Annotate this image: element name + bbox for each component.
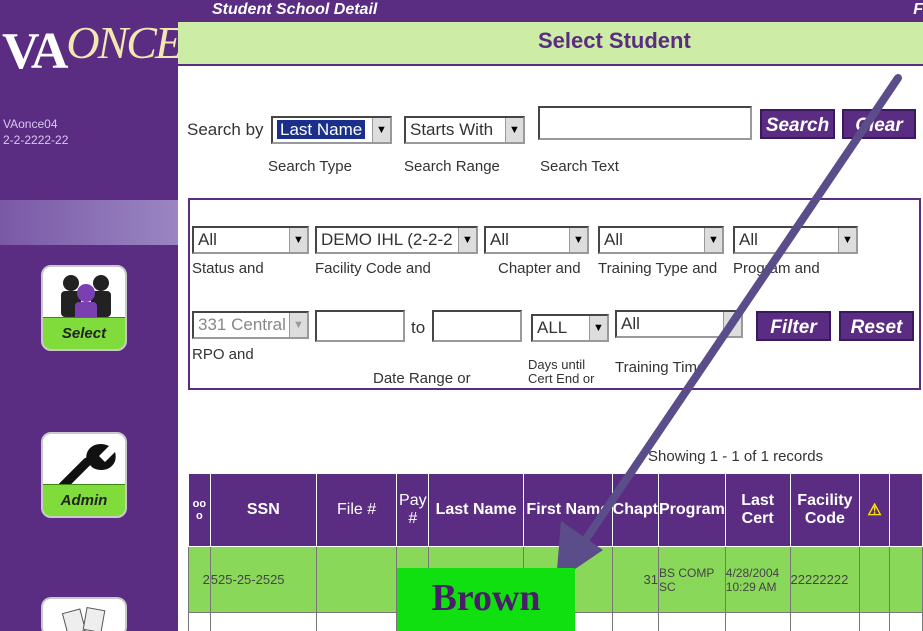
date-to-input[interactable] <box>432 310 522 342</box>
column-header-extra <box>888 473 923 547</box>
cell-extra <box>888 546 923 613</box>
program-caption: Program and <box>733 260 820 277</box>
cell-ssn[interactable]: 525-25-2525 <box>209 546 317 613</box>
user-name: VAonce04 <box>3 117 58 131</box>
search-type-caption: Search Type <box>268 158 352 175</box>
training-time-caption: Training Time <box>615 359 706 376</box>
cell-program: BS COMP SC <box>658 546 726 613</box>
date-to-label: to <box>411 318 426 337</box>
training-time-select[interactable]: All ▼ <box>615 310 743 338</box>
rpo-caption: RPO and <box>192 346 254 363</box>
chapter-select[interactable]: All ▼ <box>484 226 589 254</box>
warning-icon: ⚠ <box>859 473 890 547</box>
training-type-select[interactable]: All ▼ <box>598 226 724 254</box>
facility-select[interactable]: DEMO IHL (2-2-2 ▼ <box>315 226 478 254</box>
page-title: Student School Detail <box>212 1 378 18</box>
chevron-down-icon: ▼ <box>704 228 722 252</box>
section-title: Select Student <box>538 28 691 53</box>
search-range-select[interactable]: Starts With ▼ <box>404 116 525 144</box>
sidebar: VAONCE VAonce04 2-2-2222-22 Select Admin <box>0 0 183 631</box>
main-content: Search by Last Name ▼ Search Type Starts… <box>178 66 923 631</box>
chevron-down-icon: ▼ <box>372 118 390 142</box>
chevron-down-icon: ▼ <box>505 118 523 142</box>
days-until-select[interactable]: ALL ▼ <box>531 314 609 342</box>
records-count: Showing 1 - 1 of 1 records <box>648 448 824 465</box>
section-header: Select Student <box>178 22 923 66</box>
status-caption: Status and <box>192 260 264 277</box>
nav-admin-label: Admin <box>43 484 125 516</box>
date-from-input[interactable] <box>315 310 405 342</box>
user-id: 2-2-2222-22 <box>3 133 69 147</box>
column-header-chapt[interactable]: Chapt <box>611 473 660 547</box>
cell-last-cert: 4/28/2004 10:29 AM <box>724 546 791 613</box>
nav-select-label: Select <box>43 317 125 349</box>
nav-admin-button[interactable]: Admin <box>41 432 127 562</box>
chevron-down-icon: ▼ <box>569 228 587 252</box>
chevron-down-icon: ▼ <box>589 316 607 340</box>
title-right-text: F <box>913 1 923 18</box>
date-range-caption: Date Range or <box>373 370 471 387</box>
table-header-row: oo o SSN File # Pay # Last Name First Nam… <box>188 473 923 547</box>
chapter-caption: Chapter and <box>498 260 581 277</box>
column-header-pay[interactable]: Pay # <box>396 473 430 547</box>
reset-button[interactable]: Reset <box>839 311 914 341</box>
search-by-label: Search by <box>187 120 264 139</box>
search-button[interactable]: Search <box>760 109 835 139</box>
chevron-down-icon: ▼ <box>458 228 476 252</box>
cell-chapt: 31 <box>611 546 660 613</box>
search-type-select[interactable]: Last Name ▼ <box>271 116 392 144</box>
training-type-caption: Training Type and <box>598 260 718 277</box>
column-header-file[interactable]: File # <box>315 473 398 547</box>
column-header-ssn[interactable]: SSN <box>209 473 317 547</box>
row-index: 2 <box>188 546 211 613</box>
program-select[interactable]: All ▼ <box>733 226 858 254</box>
user-info: VAonce04 2-2-2222-22 <box>3 116 68 148</box>
column-header-last-cert[interactable]: Last Cert <box>724 473 791 547</box>
select-column-header[interactable]: oo o <box>188 473 211 547</box>
rpo-select[interactable]: 331 Central ▼ <box>192 311 309 339</box>
column-header-first-name[interactable]: First Name <box>522 473 613 547</box>
search-range-caption: Search Range <box>404 158 500 175</box>
column-header-last-name[interactable]: Last Name <box>428 473 524 547</box>
facility-caption: Facility Code and <box>315 260 431 277</box>
search-text-input[interactable] <box>538 106 752 140</box>
search-text-caption: Search Text <box>540 158 619 175</box>
column-header-program[interactable]: Program <box>658 473 726 547</box>
column-header-facility-code[interactable]: Facility Code <box>789 473 861 547</box>
clear-button[interactable]: Clear <box>842 109 916 139</box>
cell-facility-code: 22222222 <box>789 546 861 613</box>
cell-warning <box>859 546 890 613</box>
chevron-down-icon: ▼ <box>723 312 741 336</box>
days-until-caption: Days until Cert End or <box>528 357 595 386</box>
documents-icon <box>61 607 106 631</box>
title-bar: Student School Detail F <box>178 0 923 22</box>
app-logo: VAONCE <box>2 17 183 80</box>
status-select[interactable]: All ▼ <box>192 226 309 254</box>
chevron-down-icon: ▼ <box>289 313 307 337</box>
filter-button[interactable]: Filter <box>756 311 831 341</box>
nav-select-button[interactable]: Select <box>41 265 127 395</box>
nav-third-button[interactable] <box>41 597 127 631</box>
annotation-callout: Brown <box>397 568 575 631</box>
cell-file <box>315 546 398 613</box>
chevron-down-icon: ▼ <box>289 228 307 252</box>
sidebar-band <box>0 200 178 245</box>
chevron-down-icon: ▼ <box>838 228 856 252</box>
